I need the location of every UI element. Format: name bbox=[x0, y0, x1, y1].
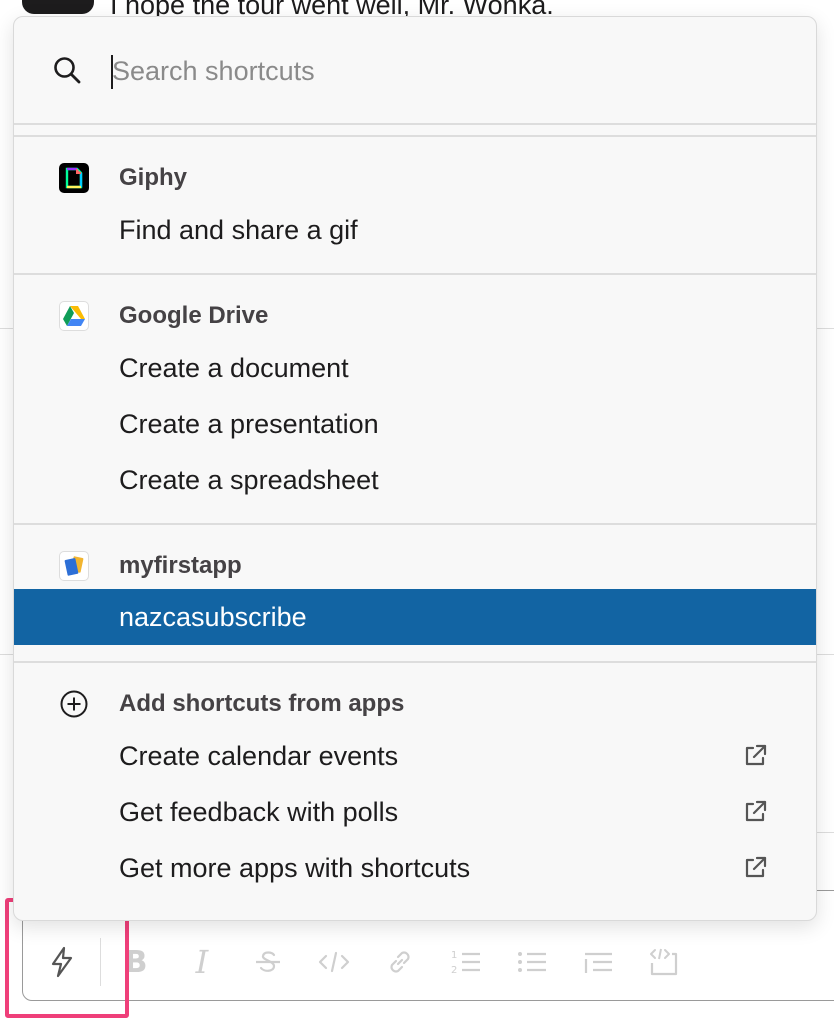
external-link-icon bbox=[745, 744, 767, 766]
external-link-icon bbox=[745, 856, 767, 878]
plus-circle-icon bbox=[60, 690, 88, 718]
message-divider bbox=[816, 832, 834, 833]
giphy-icon bbox=[59, 163, 89, 193]
section-title: Giphy bbox=[119, 164, 188, 191]
section-header-giphy: Giphy bbox=[14, 158, 816, 198]
section-title: Add shortcuts from apps bbox=[119, 690, 405, 717]
link-icon bbox=[390, 951, 410, 973]
divider bbox=[14, 123, 816, 125]
code-block-icon bbox=[650, 948, 678, 976]
divider bbox=[14, 661, 816, 663]
bulleted-list-button[interactable] bbox=[499, 934, 565, 990]
shortcut-label: Get more apps with shortcuts bbox=[119, 852, 471, 883]
section-header-add-shortcuts: Add shortcuts from apps bbox=[14, 684, 816, 724]
shortcut-item[interactable]: Create a spreadsheet bbox=[14, 452, 816, 508]
blockquote-icon bbox=[584, 952, 612, 973]
divider bbox=[14, 135, 816, 137]
divider bbox=[14, 273, 816, 275]
shortcut-label: Create a presentation bbox=[119, 408, 379, 439]
shortcuts-menu: Giphy Find and share a gif Google Drive … bbox=[13, 16, 817, 921]
link-button[interactable] bbox=[367, 934, 433, 990]
shortcut-item-selected[interactable]: nazcasubscribe bbox=[14, 589, 816, 645]
section-header-google-drive: Google Drive bbox=[14, 296, 816, 336]
strikethrough-button[interactable] bbox=[235, 934, 301, 990]
message-avatar[interactable] bbox=[22, 0, 94, 14]
shortcut-label: Find and share a gif bbox=[119, 214, 358, 245]
svg-text:1: 1 bbox=[451, 950, 457, 961]
strikethrough-icon bbox=[256, 951, 280, 972]
ordered-list-icon: 1 2 bbox=[451, 950, 480, 976]
ordered-list-button[interactable]: 1 2 bbox=[433, 934, 499, 990]
code-icon bbox=[318, 951, 350, 973]
external-link-icon bbox=[745, 800, 767, 822]
add-shortcut-item[interactable]: Create calendar events bbox=[14, 728, 816, 784]
shortcut-label: Get feedback with polls bbox=[119, 796, 399, 827]
section-header-myfirstapp: myfirstapp bbox=[14, 546, 816, 586]
app-icon bbox=[59, 551, 89, 581]
code-block-button[interactable] bbox=[631, 934, 697, 990]
search-bar bbox=[14, 17, 816, 123]
section-title: Google Drive bbox=[119, 302, 269, 329]
blockquote-button[interactable] bbox=[565, 934, 631, 990]
shortcut-label: Create calendar events bbox=[119, 740, 399, 771]
section-title: myfirstapp bbox=[119, 552, 242, 579]
divider bbox=[14, 523, 816, 525]
svg-text:2: 2 bbox=[451, 965, 457, 976]
search-input[interactable] bbox=[110, 45, 752, 97]
shortcut-item[interactable]: Find and share a gif bbox=[14, 202, 816, 258]
italic-button[interactable]: I bbox=[169, 934, 235, 990]
shortcut-label: Create a document bbox=[119, 352, 349, 383]
shortcut-item[interactable]: Create a presentation bbox=[14, 396, 816, 452]
shortcut-label: Create a spreadsheet bbox=[119, 464, 379, 495]
shortcut-label: nazcasubscribe bbox=[119, 601, 307, 632]
add-shortcut-item[interactable]: Get feedback with polls bbox=[14, 784, 816, 840]
search-icon bbox=[54, 57, 81, 84]
add-shortcut-item[interactable]: Get more apps with shortcuts bbox=[14, 840, 816, 896]
bulleted-list-icon bbox=[518, 952, 546, 972]
google-drive-icon bbox=[59, 301, 89, 331]
shortcut-item[interactable]: Create a document bbox=[14, 340, 816, 396]
italic-icon: I bbox=[195, 943, 209, 981]
code-button[interactable] bbox=[301, 934, 367, 990]
